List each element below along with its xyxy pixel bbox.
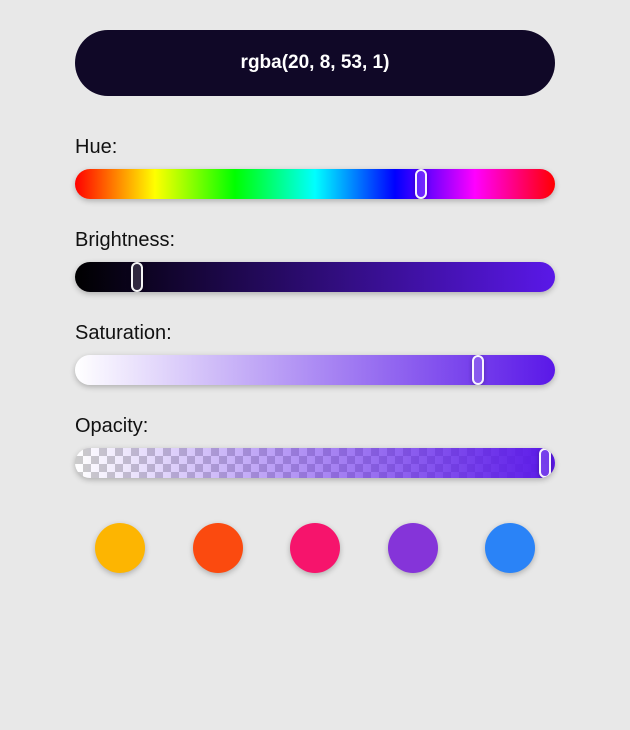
hue-slider-group: Hue: (75, 136, 555, 199)
hue-slider[interactable] (75, 169, 555, 199)
swatch-orange[interactable] (193, 523, 243, 573)
selected-color-value: rgba(20, 8, 53, 1) (241, 52, 390, 73)
hue-label: Hue: (75, 136, 555, 159)
preset-swatches (75, 523, 555, 573)
saturation-slider-handle[interactable] (472, 355, 484, 385)
saturation-slider-group: Saturation: (75, 322, 555, 385)
opacity-overlay (75, 448, 555, 478)
saturation-label: Saturation: (75, 322, 555, 345)
brightness-slider-handle[interactable] (131, 262, 143, 292)
hue-slider-handle[interactable] (415, 169, 427, 199)
swatch-blue[interactable] (485, 523, 535, 573)
saturation-slider[interactable] (75, 355, 555, 385)
brightness-label: Brightness: (75, 229, 555, 252)
opacity-slider-group: Opacity: (75, 415, 555, 478)
opacity-slider[interactable] (75, 448, 555, 478)
brightness-slider[interactable] (75, 262, 555, 292)
swatch-purple[interactable] (388, 523, 438, 573)
swatch-pink[interactable] (290, 523, 340, 573)
brightness-slider-group: Brightness: (75, 229, 555, 292)
opacity-label: Opacity: (75, 415, 555, 438)
swatch-amber[interactable] (95, 523, 145, 573)
selected-color-output: rgba(20, 8, 53, 1) (75, 30, 555, 96)
